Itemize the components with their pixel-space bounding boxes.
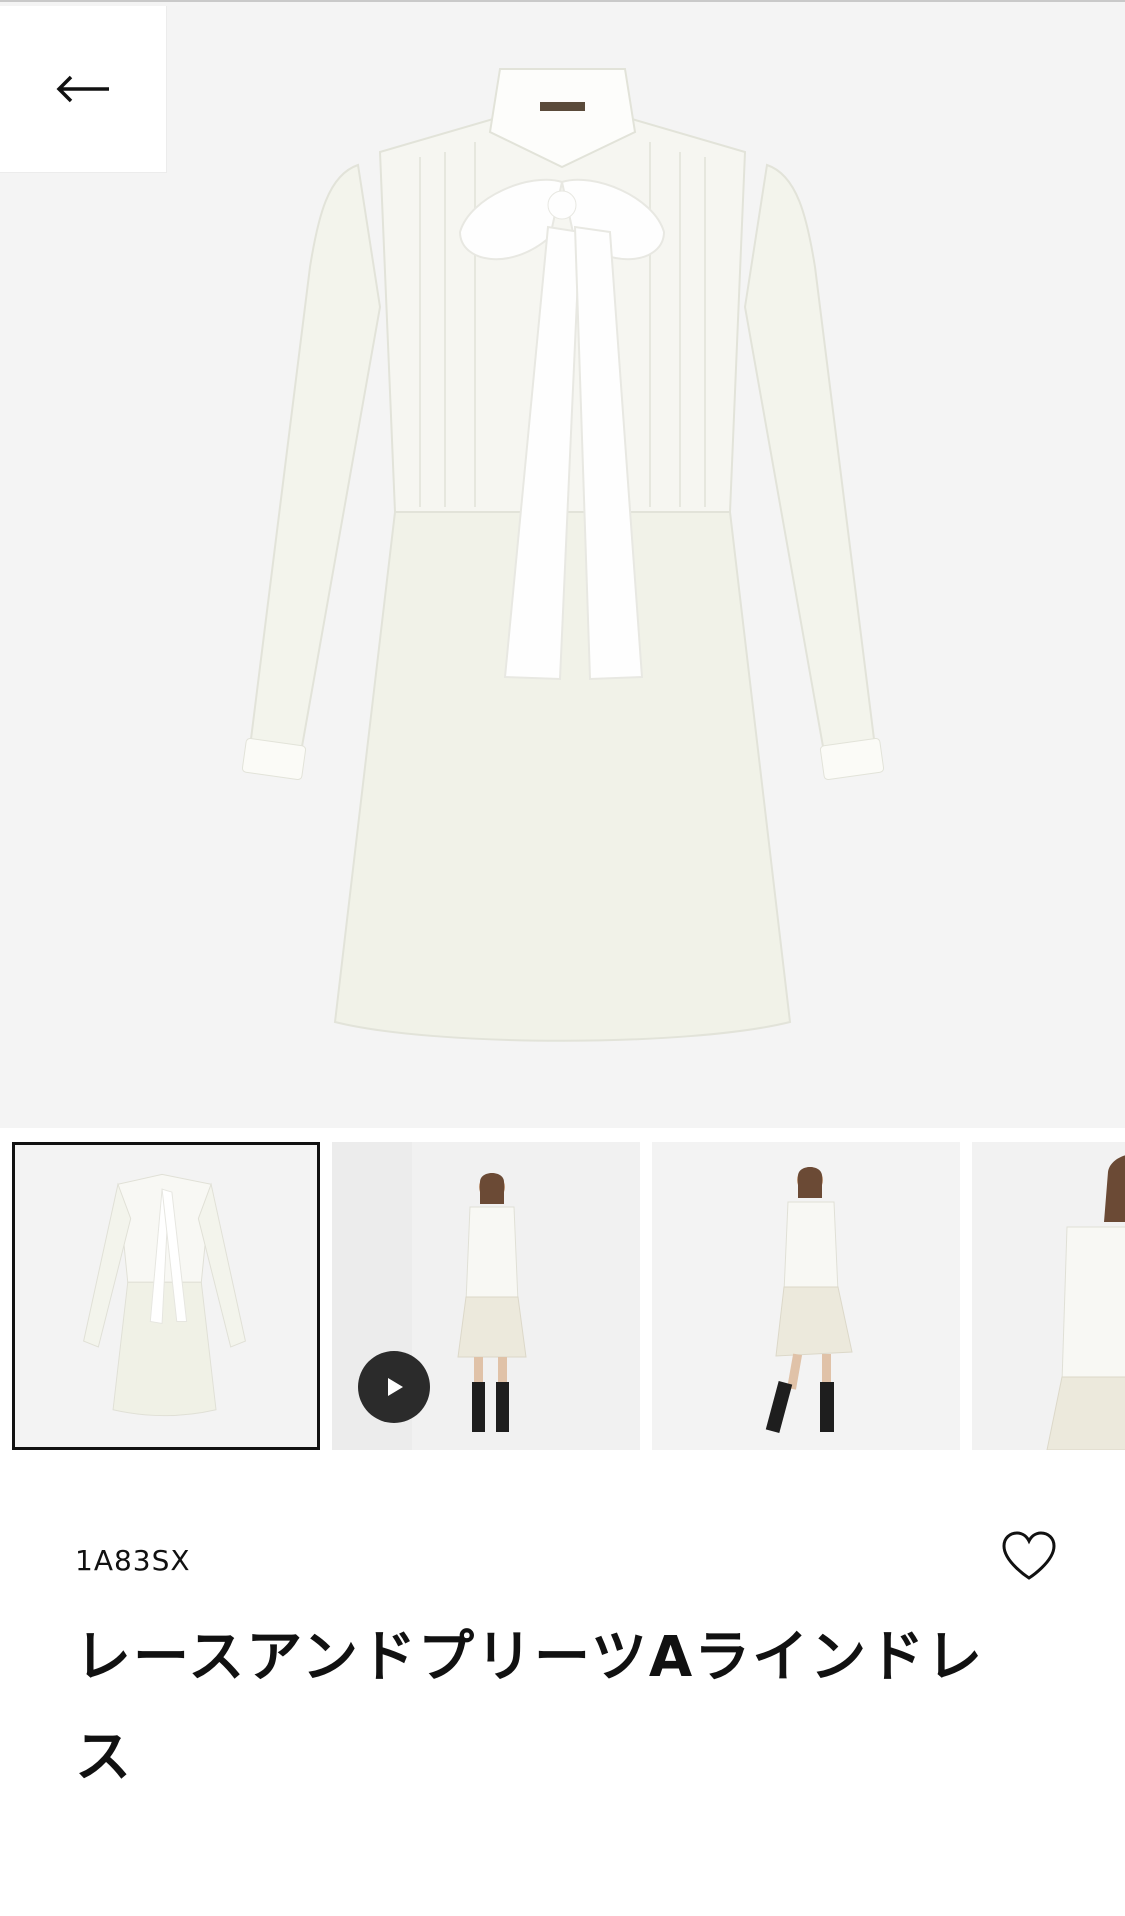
thumbnail-model-closeup[interactable] — [972, 1142, 1125, 1450]
play-video-button[interactable] — [358, 1351, 430, 1423]
model-walking-image — [652, 1142, 960, 1450]
dress-thumbnail-image — [15, 1145, 317, 1447]
thumbnail-strip — [12, 1142, 1125, 1452]
product-sku: 1A83SX — [75, 1544, 191, 1577]
thumbnail-dress-flat[interactable] — [12, 1142, 320, 1450]
heart-icon[interactable] — [1000, 1530, 1058, 1582]
back-button[interactable] — [0, 6, 167, 173]
product-title: レースアンドプリーツAラインドレス — [75, 1625, 985, 1790]
product-hero — [0, 0, 1125, 1128]
play-icon — [388, 1378, 403, 1396]
model-closeup-image — [972, 1142, 1125, 1450]
dress-product-image — [241, 68, 885, 1042]
arrow-left-icon — [56, 75, 109, 103]
thumbnail-model-walking[interactable] — [652, 1142, 960, 1450]
thumbnail-model-front-video[interactable] — [332, 1142, 640, 1450]
